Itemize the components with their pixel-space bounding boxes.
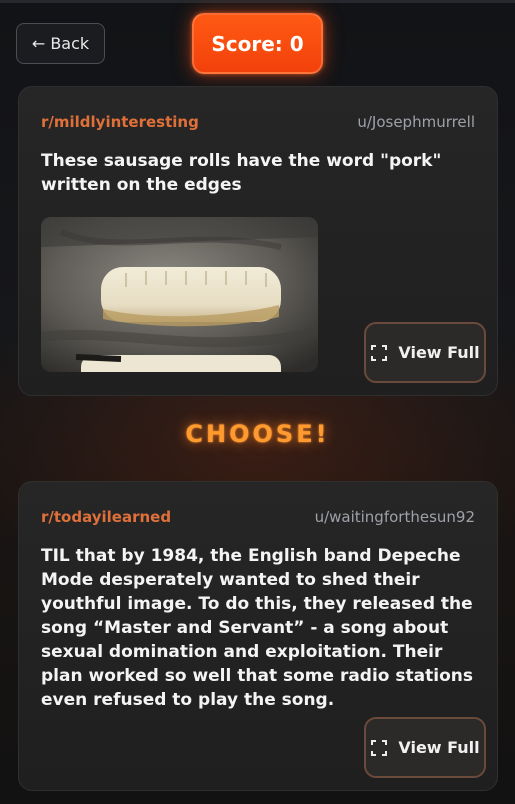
top-border xyxy=(0,0,515,3)
post-image xyxy=(41,217,318,372)
post-meta: r/todayilearned u/waitingforthesun92 xyxy=(41,508,475,526)
post-card-a[interactable]: r/mildlyinteresting u/Josephmurrell Thes… xyxy=(18,86,498,396)
post-meta: r/mildlyinteresting u/Josephmurrell xyxy=(41,113,475,131)
post-card-b[interactable]: r/todayilearned u/waitingforthesun92 TIL… xyxy=(18,481,498,791)
back-button[interactable]: ← Back xyxy=(16,23,105,64)
author-label: u/Josephmurrell xyxy=(357,113,475,131)
view-full-button[interactable]: View Full xyxy=(364,717,486,778)
view-full-button[interactable]: View Full xyxy=(364,322,486,383)
subreddit-label: r/mildlyinteresting xyxy=(41,113,199,131)
expand-icon xyxy=(370,739,388,757)
expand-icon xyxy=(370,344,388,362)
author-label: u/waitingforthesun92 xyxy=(314,508,475,526)
post-title: These sausage rolls have the word "pork"… xyxy=(41,151,442,195)
view-full-label: View Full xyxy=(398,343,480,362)
score-badge: Score: 0 xyxy=(192,13,323,74)
subreddit-label: r/todayilearned xyxy=(41,508,172,526)
choose-prompt: CHOOSE! xyxy=(185,420,330,448)
view-full-label: View Full xyxy=(398,738,480,757)
post-title: TIL that by 1984, the English band Depec… xyxy=(41,546,473,710)
